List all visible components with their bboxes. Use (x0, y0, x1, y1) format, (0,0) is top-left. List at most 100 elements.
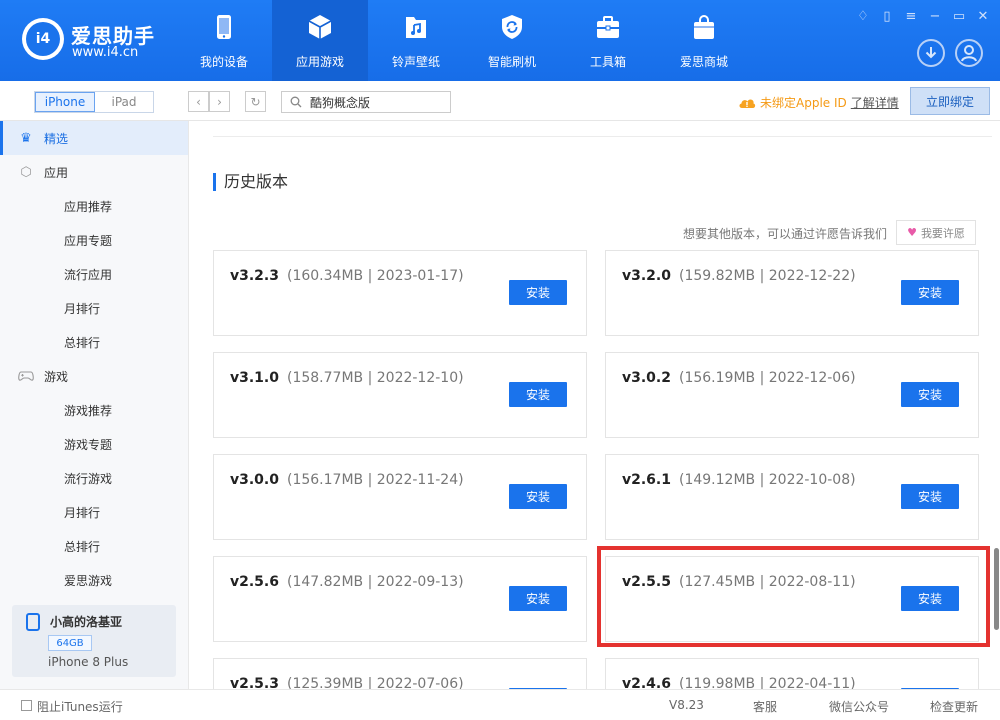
version-card: v2.5.6 (147.82MB | 2022-09-13) 安装 (213, 556, 587, 642)
sidebar-item-label: 月排行 (64, 301, 101, 316)
itunes-block-label[interactable]: 阻止iTunes运行 (37, 698, 123, 715)
version-meta: (156.19MB | 2022-12-06) (679, 370, 856, 386)
app-version: V8.23 (669, 698, 704, 712)
sidebar-item-label: 流行游戏 (64, 471, 113, 486)
version-meta: (125.39MB | 2022-07-06) (287, 676, 464, 689)
scrollbar[interactable] (994, 548, 999, 630)
install-button[interactable]: 安装 (509, 382, 567, 407)
install-button[interactable]: 安装 (901, 280, 959, 305)
version-meta: (147.82MB | 2022-09-13) (287, 574, 464, 590)
sidebar-item-label: 流行应用 (64, 267, 113, 282)
status-bar: 阻止iTunes运行 V8.23 客服 微信公众号 检查更新 (0, 689, 1000, 720)
apple-id-warning: 未绑定Apple ID 了解详情 (738, 93, 899, 111)
nav-label: 铃声壁纸 (391, 55, 440, 69)
back-icon[interactable]: ‹ (188, 91, 209, 112)
tab-ipad[interactable]: iPad (95, 92, 153, 112)
version-number: v3.2.0 (622, 268, 671, 284)
nav-apps-games[interactable]: 应用游戏 (272, 0, 368, 81)
sidebar-item-label: 游戏专题 (64, 437, 113, 452)
nav-label: 应用游戏 (295, 55, 344, 69)
sidebar-item-game-total[interactable]: 总排行 (0, 529, 188, 563)
device-type-toggle: iPhone iPad (34, 91, 154, 113)
logo: i4 (22, 18, 64, 60)
bind-now-button[interactable]: 立即绑定 (910, 87, 990, 115)
sidebar-item-game-topics[interactable]: 游戏专题 (0, 427, 188, 461)
crown-icon: ♛ (20, 130, 32, 146)
maximize-icon[interactable]: ▭ (952, 10, 966, 24)
version-number: v3.0.0 (230, 472, 279, 488)
sidebar: ♛ 精选 ⬡ 应用 应用推荐 应用专题 流行应用 月排行 总排行 游戏 游戏推荐… (0, 121, 189, 689)
heart-icon: ♥ (907, 226, 917, 239)
nav-flash[interactable]: 智能刷机 (464, 0, 560, 81)
sidebar-item-label: 游戏 (44, 369, 69, 384)
install-button[interactable]: 安装 (509, 484, 567, 509)
sidebar-item-featured[interactable]: ♛ 精选 (0, 121, 188, 155)
sidebar-item-app-popular[interactable]: 流行应用 (0, 257, 188, 291)
sidebar-item-i4-games[interactable]: 爱思游戏 (0, 563, 188, 597)
sidebar-item-app-monthly[interactable]: 月排行 (0, 291, 188, 325)
version-card: v3.2.3 (160.34MB | 2023-01-17) 安装 (213, 250, 587, 336)
install-button[interactable]: 安装 (901, 382, 959, 407)
sidebar-item-game-monthly[interactable]: 月排行 (0, 495, 188, 529)
wechat-link[interactable]: 微信公众号 (829, 698, 889, 715)
toolbox-icon (597, 16, 619, 38)
version-card: v2.6.1 (149.12MB | 2022-10-08) 安装 (605, 454, 979, 540)
nav-label: 智能刷机 (487, 55, 536, 69)
device-model: iPhone 8 Plus (48, 655, 129, 669)
sidebar-item-app-total[interactable]: 总排行 (0, 325, 188, 359)
nav-label: 爱思商城 (679, 55, 728, 69)
install-button[interactable]: 安装 (901, 484, 959, 509)
version-meta: (160.34MB | 2023-01-17) (287, 268, 464, 284)
close-icon[interactable]: ✕ (976, 10, 990, 24)
sidebar-item-label: 总排行 (64, 335, 101, 350)
version-card: v2.5.3 (125.39MB | 2022-07-06) 安装 (213, 658, 587, 689)
wish-button[interactable]: ♥ 我要许愿 (896, 220, 976, 245)
check-update-link[interactable]: 检查更新 (930, 698, 978, 715)
itunes-block-checkbox[interactable] (21, 700, 32, 711)
storage-badge: 64GB (48, 635, 92, 651)
music-folder-icon (406, 17, 426, 38)
sidebar-item-apps[interactable]: ⬡ 应用 (0, 155, 188, 189)
refresh-icon[interactable]: ↻ (245, 91, 266, 112)
nav-my-device[interactable]: 我的设备 (176, 0, 272, 81)
skin-icon[interactable]: ♢ (856, 10, 870, 24)
wish-hint: 想要其他版本，可以通过许愿告诉我们 (683, 227, 888, 241)
install-button[interactable]: 安装 (509, 280, 567, 305)
phone-icon (217, 15, 231, 39)
sidebar-item-game-popular[interactable]: 流行游戏 (0, 461, 188, 495)
shopping-bag-icon (694, 15, 714, 39)
sidebar-item-label: 精选 (44, 131, 69, 146)
nav-toolbox[interactable]: 工具箱 (560, 0, 656, 81)
sidebar-item-label: 爱思游戏 (64, 573, 113, 588)
customer-service-link[interactable]: 客服 (753, 698, 777, 715)
sidebar-item-app-recommend[interactable]: 应用推荐 (0, 189, 188, 223)
device-card[interactable]: 小高的洛基亚 64GB iPhone 8 Plus (12, 605, 176, 677)
device-phone-icon (26, 613, 40, 631)
install-button[interactable]: 安装 (509, 586, 567, 611)
user-icon[interactable] (955, 39, 983, 67)
minimize-icon[interactable]: − (928, 10, 942, 24)
download-icon[interactable] (917, 39, 945, 67)
learn-more-link[interactable]: 了解详情 (851, 94, 899, 111)
forward-icon[interactable]: › (209, 91, 230, 112)
apple-id-warning-text: 未绑定Apple ID (760, 95, 847, 110)
version-number: v3.1.0 (230, 370, 279, 386)
minimode-icon[interactable]: ▯ (880, 10, 894, 24)
logo-text: i4 (26, 22, 60, 56)
version-card: v3.2.0 (159.82MB | 2022-12-22) 安装 (605, 250, 979, 336)
search-input[interactable] (310, 95, 450, 109)
highlight-box (597, 546, 990, 647)
version-card: v3.0.0 (156.17MB | 2022-11-24) 安装 (213, 454, 587, 540)
nav-store[interactable]: 爱思商城 (656, 0, 752, 81)
brand-url: www.i4.cn (72, 45, 139, 60)
gamepad-icon (18, 368, 34, 384)
sidebar-item-game-recommend[interactable]: 游戏推荐 (0, 393, 188, 427)
sidebar-item-games[interactable]: 游戏 (0, 359, 188, 393)
menu-icon[interactable]: ≡ (904, 10, 918, 24)
version-number: v3.2.3 (230, 268, 279, 284)
sidebar-item-app-topics[interactable]: 应用专题 (0, 223, 188, 257)
search-box[interactable] (281, 91, 451, 113)
nav-ringtones[interactable]: 铃声壁纸 (368, 0, 464, 81)
version-number: v3.0.2 (622, 370, 671, 386)
tab-iphone[interactable]: iPhone (35, 92, 95, 112)
